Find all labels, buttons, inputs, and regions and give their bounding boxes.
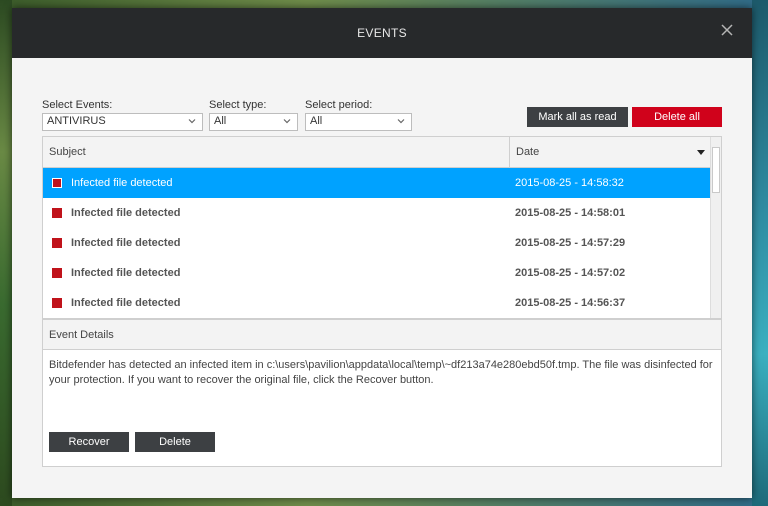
chevron-down-icon: [188, 119, 196, 124]
table-header: Subject Date: [43, 137, 721, 168]
row-subject: Infected file detected: [71, 297, 181, 309]
row-date: 2015-08-25 - 14:57:29: [515, 237, 626, 249]
table-row[interactable]: Infected file detected 2015-08-25 - 14:5…: [43, 288, 721, 318]
scrollbar-thumb[interactable]: [712, 147, 720, 193]
row-subject: Infected file detected: [71, 237, 181, 249]
table-row[interactable]: Infected file detected 2015-08-25 - 14:5…: [43, 168, 721, 198]
event-details-text: Bitdefender has detected an infected ite…: [49, 359, 713, 386]
threat-status-icon: [52, 298, 62, 308]
row-subject: Infected file detected: [71, 267, 181, 279]
table-row[interactable]: Infected file detected 2015-08-25 - 14:5…: [43, 198, 721, 228]
row-date: 2015-08-25 - 14:58:32: [515, 177, 624, 189]
row-date: 2015-08-25 - 14:56:37: [515, 297, 626, 309]
close-icon[interactable]: [720, 23, 734, 37]
table-row[interactable]: Infected file detected 2015-08-25 - 14:5…: [43, 258, 721, 288]
threat-status-icon: [52, 268, 62, 278]
filter-period: Select period: All: [305, 99, 412, 131]
row-date: 2015-08-25 - 14:58:01: [515, 207, 626, 219]
dialog-titlebar: EVENTS: [12, 8, 752, 58]
column-subject-label: Subject: [49, 146, 86, 158]
desktop-background-right: [752, 0, 768, 506]
filter-events-label: Select Events:: [42, 99, 113, 111]
dialog-title: EVENTS: [357, 26, 407, 40]
select-events-dropdown[interactable]: ANTIVIRUS: [42, 113, 203, 131]
column-header-subject[interactable]: Subject: [43, 137, 510, 167]
events-table: Subject Date Infected file detected 2015…: [42, 136, 722, 319]
select-events-value: ANTIVIRUS: [47, 115, 106, 127]
events-dialog: EVENTS Select Events: ANTIVIRUS Select t…: [12, 8, 752, 498]
filter-events: Select Events: ANTIVIRUS: [42, 99, 203, 131]
filter-period-label: Select period:: [305, 99, 373, 111]
threat-status-icon: [52, 178, 62, 188]
threat-status-icon: [52, 208, 62, 218]
delete-button[interactable]: Delete: [135, 432, 215, 452]
mark-all-read-button[interactable]: Mark all as read: [527, 107, 628, 127]
recover-button[interactable]: Recover: [49, 432, 129, 452]
select-type-dropdown[interactable]: All: [209, 113, 298, 131]
table-body: Infected file detected 2015-08-25 - 14:5…: [43, 168, 721, 318]
event-details-panel: Event Details Bitdefender has detected a…: [42, 319, 722, 467]
filter-type-label: Select type:: [209, 99, 267, 111]
sort-descending-icon: [697, 150, 705, 155]
column-date-label: Date: [516, 146, 540, 158]
desktop-background-left: [0, 0, 12, 506]
row-subject: Infected file detected: [71, 177, 173, 189]
select-type-value: All: [214, 115, 227, 127]
row-subject: Infected file detected: [71, 207, 181, 219]
select-period-value: All: [310, 115, 323, 127]
chevron-down-icon: [397, 119, 405, 124]
delete-all-button[interactable]: Delete all: [632, 107, 722, 127]
table-scrollbar[interactable]: [710, 137, 721, 318]
threat-status-icon: [52, 238, 62, 248]
row-date: 2015-08-25 - 14:57:02: [515, 267, 626, 279]
select-period-dropdown[interactable]: All: [305, 113, 412, 131]
column-header-date[interactable]: Date: [510, 137, 711, 167]
table-row[interactable]: Infected file detected 2015-08-25 - 14:5…: [43, 228, 721, 258]
filter-type: Select type: All: [209, 99, 298, 131]
dialog-content: Select Events: ANTIVIRUS Select type: Al…: [12, 58, 752, 498]
chevron-down-icon: [283, 119, 291, 124]
event-details-header: Event Details: [43, 320, 721, 350]
